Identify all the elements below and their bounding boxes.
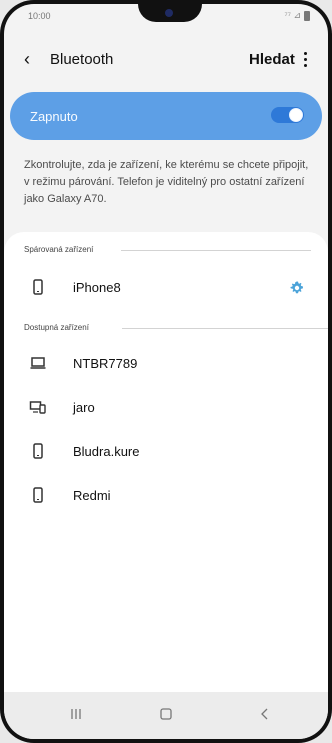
signal-icon: ⁷⁷ ⊿ [284, 10, 301, 20]
switch-knob [289, 108, 303, 122]
pairing-description: Zkontrolujte, zda je zařízení, ke kterém… [24, 159, 309, 205]
status-bar: 10:00 ⁷⁷ ⊿ [4, 4, 328, 28]
bluetooth-settings-screen: 10:00 ⁷⁷ ⊿ ‹ Bluetooth Hledat Zapnuto Zk… [4, 4, 328, 739]
bluetooth-master-toggle[interactable]: Zapnuto [10, 92, 322, 140]
back-arrow-icon[interactable]: ‹ [24, 49, 30, 69]
device-name: Redmi [73, 488, 111, 503]
available-device-row[interactable]: Bludra.kure [4, 436, 328, 468]
paired-section-divider [121, 250, 311, 251]
paired-device-row[interactable]: iPhone8 [4, 272, 328, 304]
phone-frame: 10:00 ⁷⁷ ⊿ ‹ Bluetooth Hledat Zapnuto Zk… [0, 0, 332, 743]
available-section-divider [122, 328, 328, 329]
paired-section-title: Spárovaná zařízení [24, 245, 94, 254]
back-icon[interactable] [255, 704, 275, 724]
device-name: iPhone8 [73, 280, 121, 295]
page-title: Bluetooth [50, 51, 114, 68]
monitor-phone-icon [29, 401, 46, 414]
device-name: NTBR7789 [73, 356, 138, 371]
status-time: 10:00 [28, 11, 51, 21]
device-name: Bludra.kure [73, 444, 140, 459]
more-options-icon[interactable] [300, 51, 310, 69]
available-device-row[interactable]: jaro [4, 392, 328, 424]
bluetooth-switch[interactable] [271, 107, 304, 123]
system-navigation-bar [4, 692, 328, 739]
available-device-row[interactable]: NTBR7789 [4, 348, 328, 380]
recent-apps-icon[interactable] [66, 704, 86, 724]
laptop-icon [30, 357, 46, 369]
battery-icon [304, 10, 310, 21]
phone-icon [33, 279, 43, 295]
toggle-label: Zapnuto [30, 109, 78, 124]
available-device-row[interactable]: Redmi [4, 480, 328, 512]
gear-icon[interactable] [289, 280, 305, 296]
status-icons: ⁷⁷ ⊿ [284, 10, 310, 21]
available-section-title: Dostupná zařízení [24, 323, 89, 332]
devices-card: Spárovaná zařízení iPhone8 Dostupná zaří… [4, 232, 328, 692]
device-name: jaro [73, 400, 95, 415]
phone-icon [33, 443, 43, 459]
phone-icon [33, 487, 43, 503]
top-app-bar: ‹ Bluetooth Hledat [4, 44, 328, 76]
home-icon[interactable] [156, 704, 176, 724]
search-button[interactable]: Hledat [249, 51, 295, 69]
